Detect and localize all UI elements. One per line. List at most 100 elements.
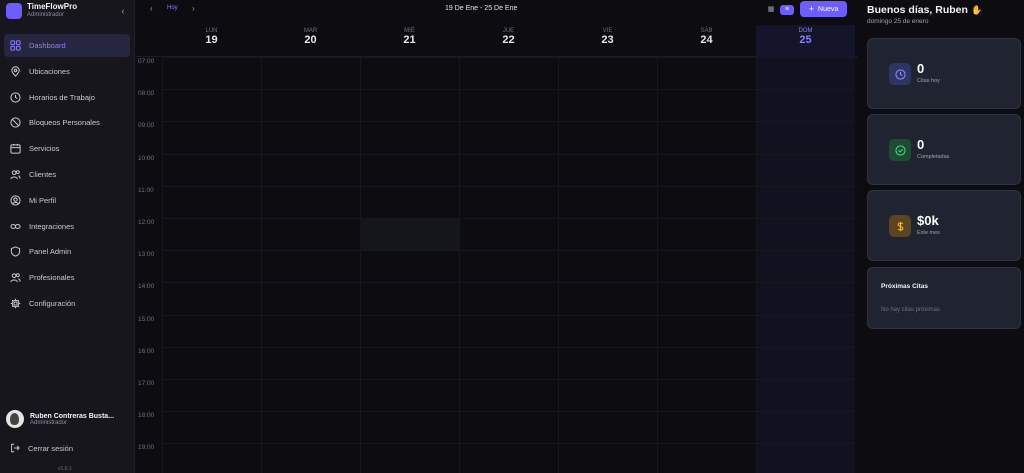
day-header-row: LUN 19 MAR 20 MIÉ 21 JUE 22 VIE 23 SÁB 24 DOM 2… <box>135 25 857 57</box>
sidebar-item-ubicaciones[interactable]: Ubicaciones <box>4 60 130 83</box>
upcoming-empty-message: No hay citas próximas <box>881 307 941 313</box>
greeting: Buenos días, Ruben ✋ <box>867 4 983 16</box>
user-role: Administrador <box>30 419 68 426</box>
stat-icon-wrap <box>889 215 911 237</box>
users-icon <box>10 170 21 180</box>
hour-label: 18:00 <box>138 412 155 420</box>
hour-label: 19:00 <box>138 444 155 452</box>
user-circle-icon <box>10 195 21 206</box>
sidebar-nav: Dashboard Ubicaciones Horarios de Trabaj… <box>0 34 134 315</box>
sidebar-item-bloqueos[interactable]: Bloqueos Personales <box>4 111 130 134</box>
sidebar-item-panel-admin[interactable]: Panel Admin <box>4 240 130 263</box>
hour-label: 14:00 <box>138 283 155 291</box>
sidebar-item-clientes[interactable]: Clientes <box>4 163 130 186</box>
stat-icon-wrap <box>889 139 911 161</box>
hour-label: 17:00 <box>138 380 155 387</box>
current-date: domingo 25 de enero <box>867 18 929 25</box>
stat-value: 0 <box>917 61 925 76</box>
stat-icon-wrap <box>889 63 911 85</box>
map-pin-icon <box>11 66 20 77</box>
sidebar-item-configuracion[interactable]: Configuración <box>4 292 130 315</box>
sidebar-item-label: Integraciones <box>29 221 75 231</box>
hour-label: 08:00 <box>138 90 155 98</box>
logout-button[interactable]: Cerrar sesión <box>10 443 73 453</box>
calendar-icon <box>10 144 21 154</box>
sidebar-item-label: Bloqueos Personales <box>29 118 100 128</box>
day-header-thu[interactable]: JUE 22 <box>459 25 558 57</box>
day-header-sat[interactable]: SÁB 24 <box>657 25 756 57</box>
day-header-wed[interactable]: MIÉ 21 <box>360 25 459 57</box>
hour-gridline <box>162 218 857 219</box>
hour-label: 07:00 <box>138 58 155 65</box>
user-group-icon <box>10 273 21 283</box>
day-header-sun[interactable]: DOM 25 <box>756 25 855 57</box>
ban-icon <box>10 117 21 128</box>
hour-label: 15:00 <box>138 315 155 323</box>
hour-gridline <box>162 153 857 155</box>
sidebar-item-profesionales[interactable]: Profesionales <box>4 266 130 289</box>
plus-icon: + <box>808 4 815 14</box>
hour-gridline <box>162 89 857 91</box>
upcoming-title: Próximas Citas <box>881 283 928 290</box>
sidebar-item-label: Servicios <box>29 144 60 154</box>
week-calendar: ‹ Hoy › 19 De Ene - 25 De Ene ▦ ≡ + Nuev… <box>135 0 857 473</box>
sidebar-item-horarios[interactable]: Horarios de Trabajo <box>4 86 130 109</box>
shield-icon <box>10 246 21 257</box>
sidebar-item-dashboard[interactable]: Dashboard <box>4 34 130 57</box>
stat-card-today: 0 Citas hoy <box>867 38 1021 109</box>
day-header-fri[interactable]: VIE 23 <box>558 25 657 57</box>
app-root: TimeFlowPro Administrador ‹ Dashboard Ub… <box>0 0 1024 473</box>
hour-gridline <box>162 250 857 252</box>
calendar-toolbar: ‹ Hoy › 19 De Ene - 25 De Ene ▦ ≡ + Nuev… <box>135 0 857 20</box>
prev-week-button[interactable]: ‹ <box>150 4 153 13</box>
hour-gridline <box>162 185 857 187</box>
hour-gridline <box>162 346 857 348</box>
new-appointment-button[interactable]: + Nueva <box>800 1 847 17</box>
logout-label: Cerrar sesión <box>28 443 74 453</box>
hour-label: 12:00 <box>138 219 155 226</box>
new-button-label: Nueva <box>818 5 839 13</box>
sidebar-item-label: Horarios de Trabajo <box>29 92 95 102</box>
user-name: Ruben Contreras Busta... <box>30 412 115 420</box>
stat-card-completed: 0 Completadas <box>867 114 1021 185</box>
hour-label: 09:00 <box>138 122 155 130</box>
sidebar-item-servicios[interactable]: Servicios <box>4 137 130 160</box>
calendar-grid <box>162 57 857 473</box>
stat-label: Citas hoy <box>917 78 940 84</box>
brand-name: TimeFlowPro <box>27 2 78 11</box>
stat-label: Este mes <box>917 230 940 236</box>
clock-icon <box>894 68 906 80</box>
sidebar-item-label: Profesionales <box>29 273 75 283</box>
hour-label: 16:00 <box>138 347 155 355</box>
upcoming-appointments-card: Próximas Citas No hay citas próximas <box>867 267 1021 329</box>
next-week-button[interactable]: › <box>192 4 195 13</box>
hovered-time-slot[interactable] <box>360 218 459 251</box>
hour-gridline <box>162 57 857 58</box>
collapse-sidebar-button[interactable]: ‹ <box>118 6 128 16</box>
list-view-icon[interactable]: ≡ <box>780 5 794 15</box>
clock-icon <box>10 92 21 103</box>
check-circle-icon <box>894 144 906 156</box>
day-header-mon[interactable]: LUN 19 <box>162 25 261 57</box>
calendar-view-icon[interactable]: ▦ <box>766 5 776 15</box>
link-icon <box>10 223 21 229</box>
user-profile[interactable]: Ruben Contreras Busta... Administrador <box>6 410 128 428</box>
brand-logo <box>6 3 22 19</box>
stat-card-month: $0k Este mes <box>867 190 1021 261</box>
hour-label: 10:00 <box>138 154 155 162</box>
day-header-tue[interactable]: MAR 20 <box>261 25 360 57</box>
hour-gridline <box>162 443 857 445</box>
today-button[interactable]: Hoy <box>167 5 178 11</box>
brand-role: Administrador <box>27 12 65 18</box>
logout-icon <box>11 443 20 453</box>
sidebar-item-mi-perfil[interactable]: Mi Perfil <box>4 189 130 212</box>
summary-panel: Buenos días, Ruben ✋ domingo 25 de enero … <box>857 0 1024 473</box>
sidebar-item-label: Configuración <box>29 298 76 308</box>
sidebar-item-integraciones[interactable]: Integraciones <box>4 215 130 238</box>
dashboard-icon <box>10 40 21 51</box>
gear-icon <box>10 298 21 309</box>
hour-gridline <box>162 121 857 123</box>
wave-icon: ✋ <box>970 5 983 15</box>
sidebar-item-label: Mi Perfil <box>29 195 57 205</box>
dollar-icon <box>897 221 903 231</box>
